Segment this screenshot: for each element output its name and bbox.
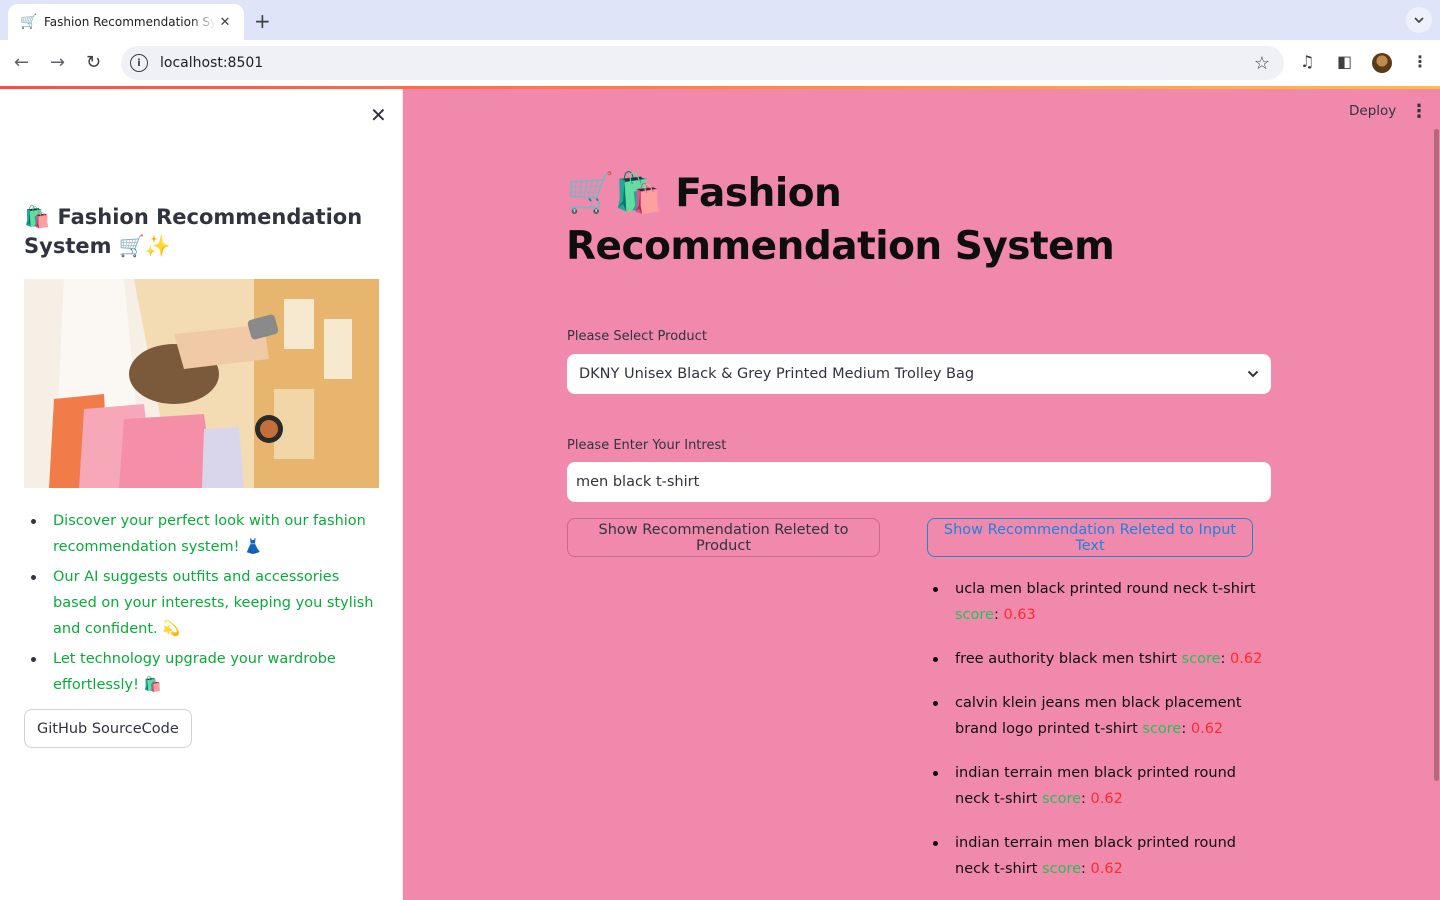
list-item: ucla men black printed round neck t-shir… xyxy=(927,576,1272,628)
browser-toolbar: ← → ↻ i localhost:8501 ☆ ♫ ◧ ⋮ xyxy=(0,40,1440,86)
shopping-woman-illustration xyxy=(24,279,379,488)
score-label: score xyxy=(1042,861,1082,877)
list-item: Let technology upgrade your wardrobe eff… xyxy=(24,646,384,698)
chevron-down-icon xyxy=(1414,17,1424,23)
score-value: 0.62 xyxy=(1190,721,1224,737)
side-panel-icon[interactable]: ◧ xyxy=(1337,52,1352,71)
product-select[interactable]: DKNY Unisex Black & Grey Printed Medium … xyxy=(567,354,1271,394)
list-item: calvin klein jeans men black placement b… xyxy=(927,690,1272,742)
result-name: ucla men black printed round neck t-shir… xyxy=(955,581,1256,597)
select-value: DKNY Unisex Black & Grey Printed Medium … xyxy=(579,366,975,382)
forward-icon[interactable]: → xyxy=(50,52,65,73)
url-text[interactable]: localhost:8501 xyxy=(160,55,1254,71)
score-value: 0.62 xyxy=(1090,791,1123,807)
new-tab-button[interactable]: + xyxy=(254,9,271,33)
list-item: indian terrain men black printed round n… xyxy=(927,760,1272,812)
list-item: indian terrain men black printed round n… xyxy=(927,830,1272,882)
tab-title: Fashion Recommendation System xyxy=(44,15,216,29)
list-item: free authority black men tshirt score: 0… xyxy=(927,646,1272,672)
scrollbar[interactable] xyxy=(1434,129,1439,781)
media-icon[interactable]: ♫ xyxy=(1300,52,1314,71)
profile-avatar[interactable] xyxy=(1372,53,1392,73)
score-value: 0.63 xyxy=(1003,607,1036,623)
github-sourcecode-button[interactable]: GitHub SourceCode xyxy=(24,709,192,748)
star-icon[interactable]: ☆ xyxy=(1254,53,1270,74)
score-label: score xyxy=(1142,721,1182,737)
tab-strip: 🛒 Fashion Recommendation System ✕ + xyxy=(0,0,1440,40)
recommendation-list: ucla men black printed round neck t-shir… xyxy=(927,576,1272,900)
score-label: score xyxy=(955,607,994,623)
score-label: score xyxy=(1181,651,1221,667)
sidebar-feature-list: Discover your perfect look with our fash… xyxy=(24,508,384,702)
deploy-button[interactable]: Deploy xyxy=(1349,103,1396,119)
interest-label: Please Enter Your Intrest xyxy=(567,438,727,453)
sidebar: ✕ 🛍️ Fashion Recommendation System 🛒✨ Di… xyxy=(0,89,403,900)
result-name: free authority black men tshirt xyxy=(955,651,1177,667)
sidebar-title: 🛍️ Fashion Recommendation System 🛒✨ xyxy=(24,205,363,258)
address-bar[interactable]: i localhost:8501 ☆ xyxy=(121,46,1284,80)
text-recommendation-button[interactable]: Show Recommendation Releted to Input Tex… xyxy=(927,518,1253,557)
reload-icon[interactable]: ↻ xyxy=(86,52,101,73)
product-recommendation-button[interactable]: Show Recommendation Releted to Product xyxy=(567,518,880,557)
close-icon[interactable]: ✕ xyxy=(370,103,387,127)
shopping-woman-image xyxy=(24,279,379,488)
page-title: 🛒🛍️ Fashion Recommendation System xyxy=(566,171,1115,269)
info-icon[interactable]: i xyxy=(130,54,148,72)
tab-search-button[interactable] xyxy=(1406,7,1432,33)
select-label: Please Select Product xyxy=(567,329,707,344)
menu-icon[interactable]: ⋮ xyxy=(1412,52,1428,71)
kebab-icon[interactable]: ⋮ xyxy=(1410,101,1428,122)
score-value: 0.62 xyxy=(1090,861,1123,877)
browser-tab[interactable]: 🛒 Fashion Recommendation System ✕ xyxy=(8,4,244,40)
cart-favicon-icon: 🛒 xyxy=(20,14,38,30)
back-icon[interactable]: ← xyxy=(14,52,29,73)
interest-input[interactable] xyxy=(567,462,1271,502)
close-tab-icon[interactable]: ✕ xyxy=(216,15,234,30)
score-value: 0.62 xyxy=(1230,651,1263,667)
chevron-down-icon xyxy=(1247,370,1259,378)
list-item: Our AI suggests outfits and accessories … xyxy=(24,564,384,642)
score-label: score xyxy=(1042,791,1082,807)
main-content: Deploy ⋮ 🛒🛍️ Fashion Recommendation Syst… xyxy=(403,89,1440,900)
list-item: Discover your perfect look with our fash… xyxy=(24,508,384,560)
